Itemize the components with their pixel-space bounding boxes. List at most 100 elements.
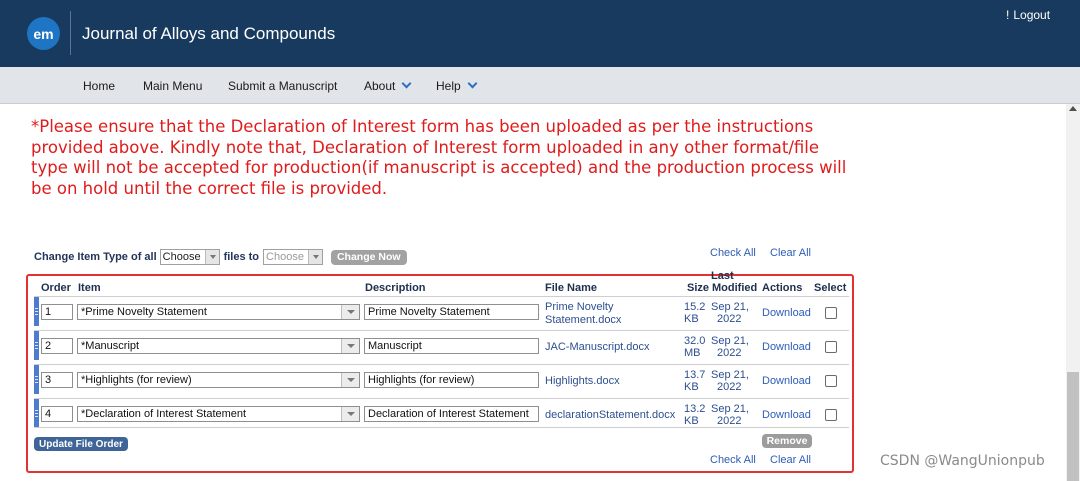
item-type-value: *Highlights (for review) <box>81 374 192 386</box>
logout-link[interactable]: ! Logout <box>1006 8 1050 22</box>
file-name-line2[interactable]: Statement.docx <box>545 314 621 326</box>
alert-icon: ! <box>1006 8 1010 22</box>
watermark: CSDN @WangUnionpub <box>880 453 1045 469</box>
chevron-down-icon <box>467 78 478 89</box>
description-input[interactable]: Highlights (for review) <box>364 372 539 388</box>
dropdown-arrow-icon <box>341 339 359 353</box>
check-all-link-bottom[interactable]: Check All <box>710 454 756 466</box>
clear-all-link-top[interactable]: Clear All <box>770 247 811 259</box>
journal-title: Journal of Alloys and Compounds <box>82 24 336 43</box>
item-type-select[interactable]: *Prime Novelty Statement <box>77 304 360 320</box>
update-file-order-button[interactable]: Update File Order <box>34 437 128 451</box>
item-type-select[interactable]: *Declaration of Interest Statement <box>77 406 360 422</box>
modified-date: Sep 21, <box>711 335 749 347</box>
download-link[interactable]: Download <box>762 375 811 387</box>
nav-submit-manuscript[interactable]: Submit a Manuscript <box>228 79 337 93</box>
page-scrollbar[interactable] <box>1066 104 1080 481</box>
dropdown-arrow-icon <box>341 305 359 319</box>
check-all-link-top[interactable]: Check All <box>710 247 756 259</box>
size-unit: KB <box>684 415 699 427</box>
select-checkbox[interactable] <box>825 409 837 421</box>
select-checkbox[interactable] <box>825 375 837 387</box>
description-input[interactable]: Declaration of Interest Statement <box>364 406 539 422</box>
from-type-select[interactable]: Choose <box>159 249 220 265</box>
file-name-line1[interactable]: Prime Novelty <box>545 301 613 313</box>
dropdown-arrow-icon <box>341 407 359 421</box>
col-description: Description <box>365 282 426 294</box>
logo-separator <box>70 11 71 55</box>
dropdown-arrow-icon <box>204 250 219 264</box>
download-link[interactable]: Download <box>762 307 811 319</box>
from-type-value: Choose <box>162 251 201 263</box>
em-logo[interactable]: em <box>27 17 60 50</box>
table-row: 2 *Manuscript Manuscript JAC-Manuscript.… <box>34 330 849 360</box>
chevron-down-icon <box>401 78 412 89</box>
modified-year: 2022 <box>717 415 742 427</box>
table-row: 4 *Declaration of Interest Statement Dec… <box>34 398 849 428</box>
file-size: 13.7 KB <box>684 369 705 393</box>
last-modified: Sep 21, 2022 <box>711 335 749 359</box>
description-input[interactable]: Manuscript <box>364 338 539 354</box>
drag-handle[interactable] <box>34 297 39 326</box>
col-actions: Actions <box>762 282 803 294</box>
clear-all-link-bottom[interactable]: Clear All <box>770 454 811 466</box>
modified-date: Sep 21, <box>711 301 749 313</box>
nav-help-label: Help <box>436 79 461 93</box>
last-modified: Sep 21, 2022 <box>711 403 749 427</box>
declaration-notice: *Please ensure that the Declaration of I… <box>31 117 847 198</box>
modified-year: 2022 <box>717 347 742 359</box>
select-checkbox[interactable] <box>825 307 837 319</box>
description-input[interactable]: Prime Novelty Statement <box>364 304 539 320</box>
drag-handle[interactable] <box>34 399 39 427</box>
modified-year: 2022 <box>717 313 742 325</box>
col-size: Size <box>687 282 710 294</box>
col-order: Order <box>41 282 71 294</box>
scroll-thumb[interactable] <box>1067 372 1079 481</box>
file-name-line1[interactable]: JAC-Manuscript.docx <box>545 341 650 353</box>
col-last: Last <box>711 270 734 282</box>
nav-about[interactable]: About <box>364 78 412 93</box>
file-size: 13.2 KB <box>684 403 705 427</box>
change-item-type-bar: Change Item Type of all Choose files to … <box>34 248 407 266</box>
size-unit: KB <box>684 381 699 393</box>
order-input[interactable]: 3 <box>41 372 73 388</box>
download-link[interactable]: Download <box>762 409 811 421</box>
item-type-select[interactable]: *Manuscript <box>77 338 360 354</box>
size-value: 13.7 <box>684 369 706 381</box>
modified-date: Sep 21, <box>711 369 749 381</box>
col-modified: Modified <box>712 282 758 294</box>
item-type-value: *Declaration of Interest Statement <box>81 408 247 420</box>
item-type-select[interactable]: *Highlights (for review) <box>77 372 360 388</box>
select-checkbox[interactable] <box>825 341 837 353</box>
nav-help[interactable]: Help <box>436 78 478 93</box>
order-input[interactable]: 2 <box>41 338 73 354</box>
col-item: Item <box>78 282 101 294</box>
size-value: 13.2 <box>684 403 706 415</box>
modified-year: 2022 <box>717 381 742 393</box>
dropdown-arrow-icon <box>307 250 322 264</box>
size-value: 15.2 <box>684 301 706 313</box>
dropdown-arrow-icon <box>341 373 359 387</box>
drag-handle[interactable] <box>34 365 39 394</box>
scroll-up-arrow-icon[interactable] <box>1069 106 1077 111</box>
item-type-value: *Prime Novelty Statement <box>81 306 207 318</box>
modified-date: Sep 21, <box>711 403 749 415</box>
order-input[interactable]: 4 <box>41 406 73 422</box>
to-type-select[interactable]: Choose <box>263 249 323 265</box>
size-value: 32.0 <box>684 335 706 347</box>
remove-button[interactable]: Remove <box>762 434 812 448</box>
size-unit: KB <box>684 313 699 325</box>
nav-main-menu[interactable]: Main Menu <box>143 79 202 93</box>
download-link[interactable]: Download <box>762 341 811 353</box>
file-size: 32.0 MB <box>684 335 705 359</box>
main-nav: Home Main Menu Submit a Manuscript About… <box>0 67 1080 104</box>
file-size: 15.2 KB <box>684 301 705 325</box>
drag-handle[interactable] <box>34 331 39 360</box>
nav-home[interactable]: Home <box>83 79 115 93</box>
file-name-line1[interactable]: Highlights.docx <box>545 375 620 387</box>
item-type-value: *Manuscript <box>81 340 140 352</box>
col-file-name: File Name <box>545 282 597 294</box>
order-input[interactable]: 1 <box>41 304 73 320</box>
file-name-line1[interactable]: declarationStatement.docx <box>545 409 675 421</box>
change-now-button[interactable]: Change Now <box>330 249 407 265</box>
